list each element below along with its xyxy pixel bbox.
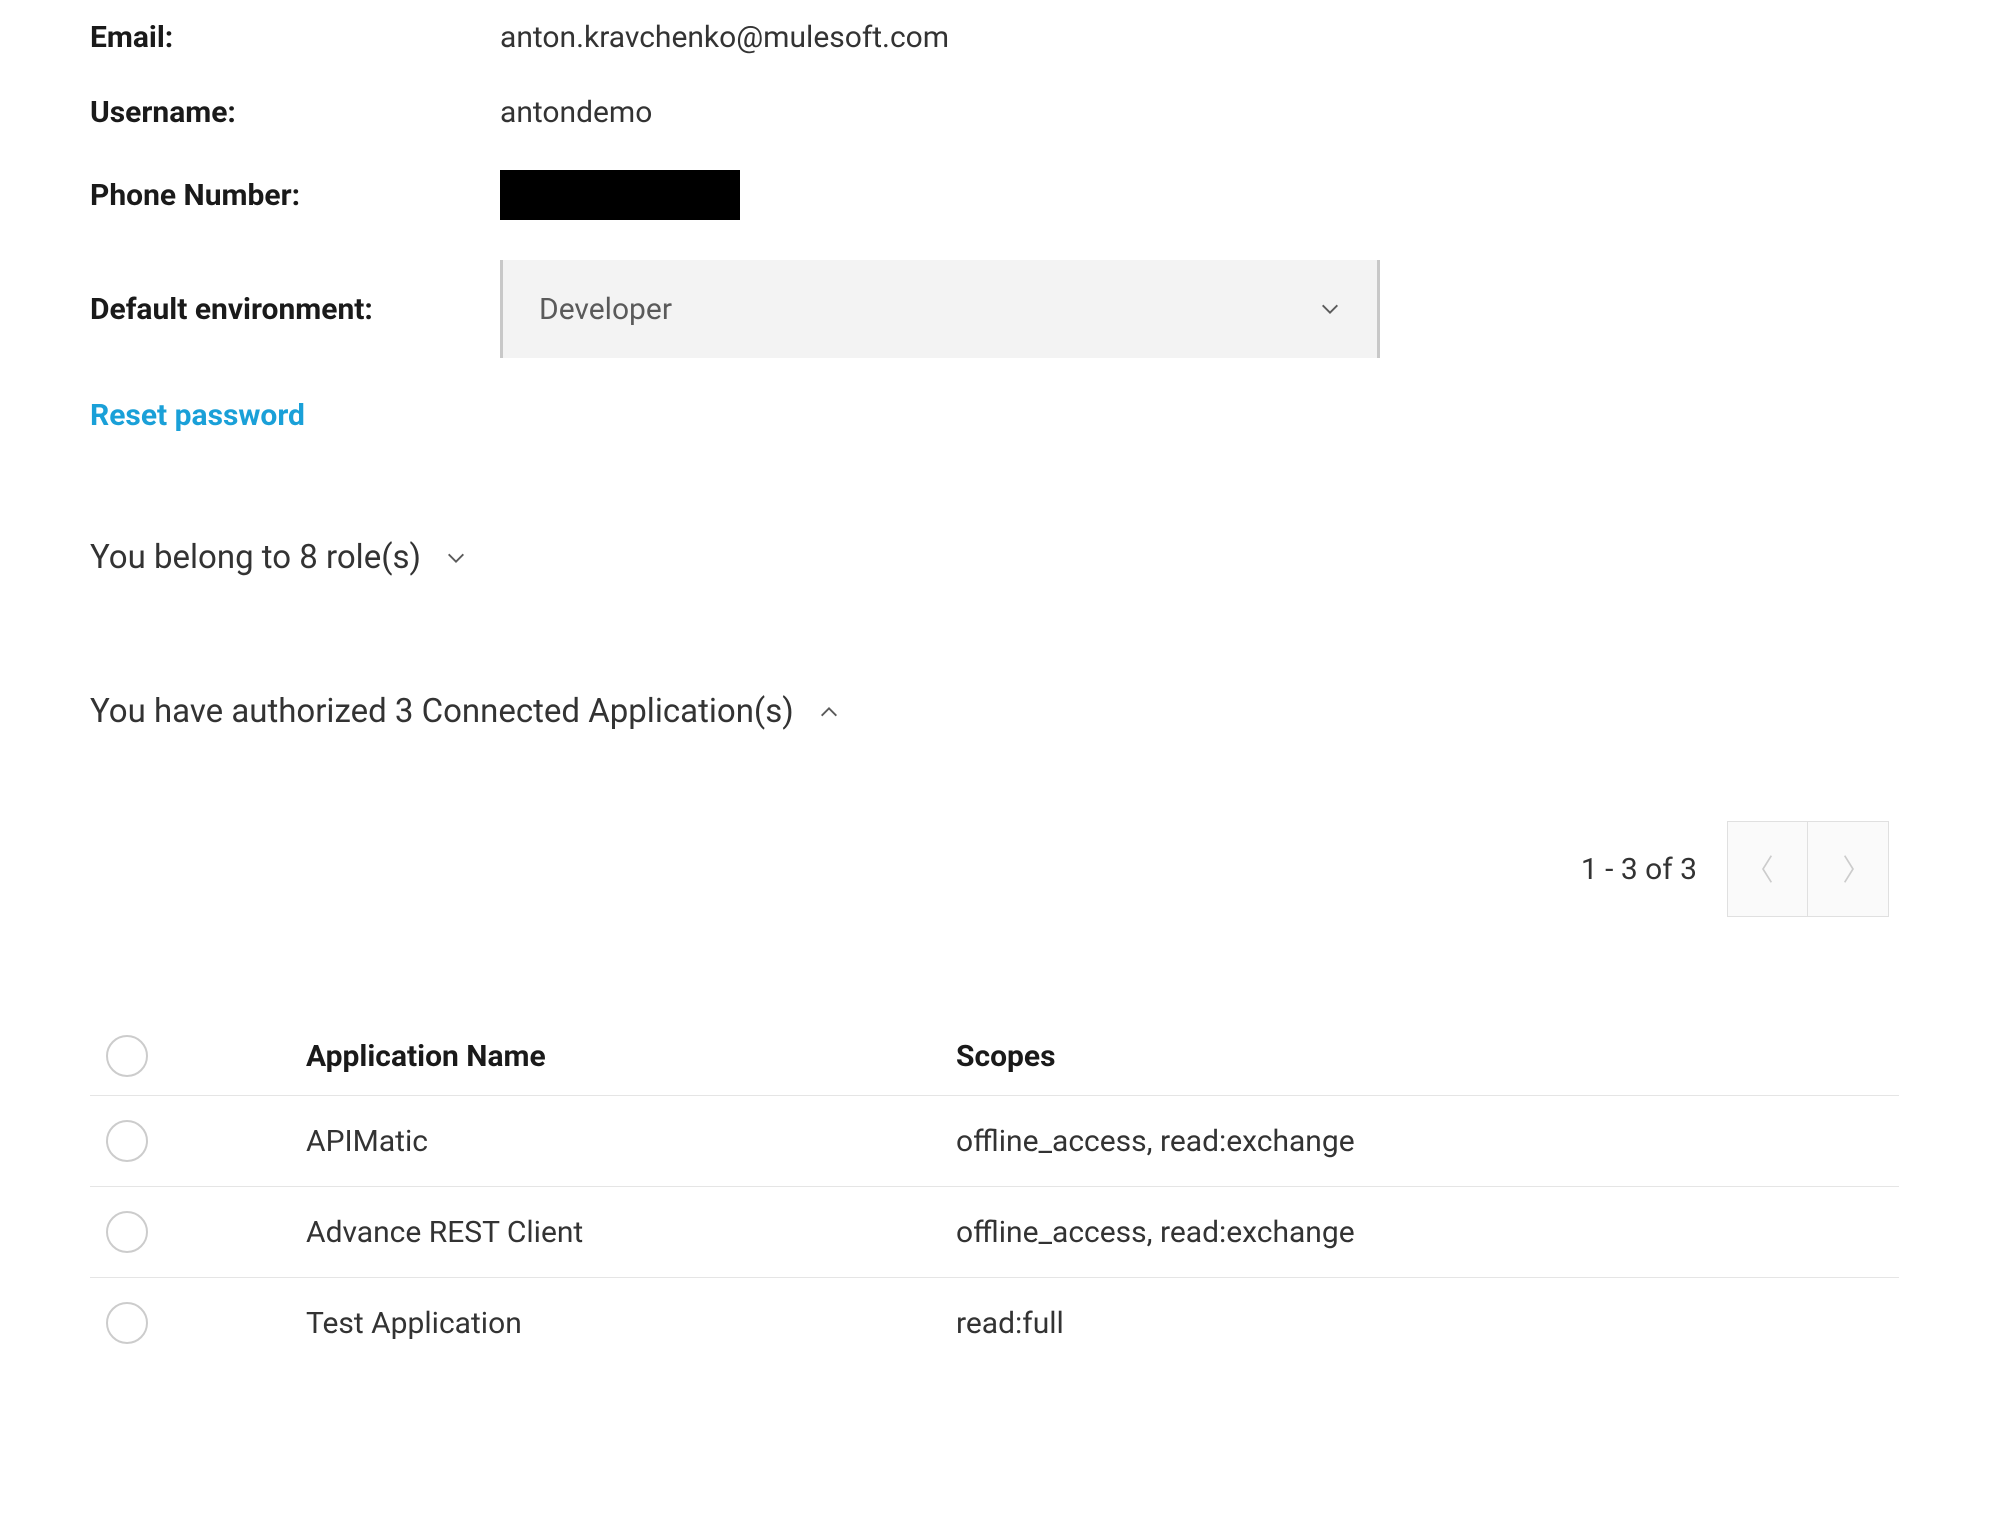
email-label: Email: [90,20,500,55]
app-name-cell: APIMatic [306,1124,956,1159]
table-header-row: Application Name Scopes [90,1017,1899,1096]
email-value: anton.kravchenko@mulesoft.com [500,20,949,55]
default-env-value: Developer [539,292,672,327]
default-env-select[interactable]: Developer [500,260,1380,358]
roles-toggle[interactable]: You belong to 8 role(s) [90,538,1899,577]
header-app-name: Application Name [306,1039,956,1074]
app-name-cell: Test Application [306,1306,956,1341]
reset-password-link[interactable]: Reset password [90,398,305,433]
row-radio[interactable] [106,1120,148,1162]
chevron-up-icon [818,701,840,723]
app-name-cell: Advance REST Client [306,1215,956,1250]
table-row: Advance REST Client offline_access, read… [90,1187,1899,1278]
table-row: APIMatic offline_access, read:exchange [90,1096,1899,1187]
header-scopes: Scopes [956,1039,1899,1074]
pagination-prev-button[interactable] [1728,822,1808,916]
username-label: Username: [90,95,500,130]
chevron-down-icon [445,547,467,569]
select-all-radio[interactable] [106,1035,148,1077]
scopes-cell: read:full [956,1306,1899,1341]
email-row: Email: anton.kravchenko@mulesoft.com [90,20,1899,55]
pagination-buttons [1727,821,1889,917]
pagination-next-button[interactable] [1808,822,1888,916]
row-radio-cell [90,1120,306,1162]
select-all-cell [90,1035,306,1077]
phone-row: Phone Number: [90,170,1899,220]
username-row: Username: antondemo [90,95,1899,130]
roles-toggle-text: You belong to 8 role(s) [90,538,421,577]
chevron-left-icon [1758,851,1778,887]
row-radio[interactable] [106,1211,148,1253]
scopes-cell: offline_access, read:exchange [956,1124,1899,1159]
apps-table: Application Name Scopes APIMatic offline… [90,1017,1899,1368]
phone-label: Phone Number: [90,178,500,213]
row-radio-cell [90,1211,306,1253]
table-row: Test Application read:full [90,1278,1899,1368]
username-value: antondemo [500,95,652,130]
row-radio[interactable] [106,1302,148,1344]
phone-redacted [500,170,740,220]
chevron-down-icon [1319,298,1341,320]
default-env-label: Default environment: [90,292,500,327]
pagination: 1 - 3 of 3 [90,821,1899,917]
apps-toggle-text: You have authorized 3 Connected Applicat… [90,692,794,731]
row-radio-cell [90,1302,306,1344]
apps-toggle[interactable]: You have authorized 3 Connected Applicat… [90,692,1899,731]
default-env-row: Default environment: Developer [90,260,1899,358]
scopes-cell: offline_access, read:exchange [956,1215,1899,1250]
pagination-text: 1 - 3 of 3 [1581,852,1697,887]
chevron-right-icon [1838,851,1858,887]
